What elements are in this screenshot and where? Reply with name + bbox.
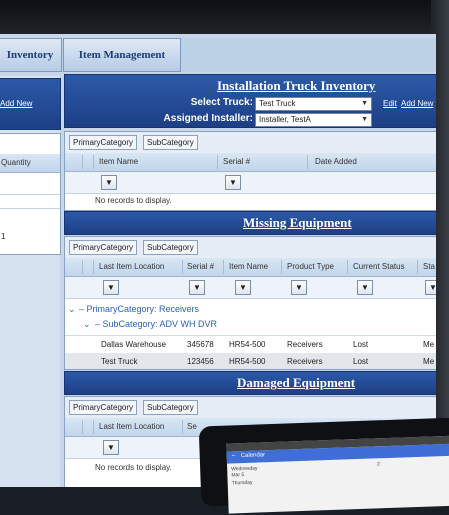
filter-icon[interactable]: ▼ <box>103 440 119 455</box>
column-header-serial[interactable]: Serial # <box>187 262 214 271</box>
add-new-link[interactable]: Add New <box>401 99 433 108</box>
back-arrow-icon[interactable]: ← <box>231 452 237 458</box>
missing-title: Missing Equipment <box>243 215 352 230</box>
column-header-last-location[interactable]: Last Item Location <box>99 422 164 431</box>
installation-banner: Installation Truck Inventory Select Truc… <box>64 74 436 128</box>
no-records-message: No records to display. <box>95 196 172 205</box>
cell-item-name: HR54-500 <box>229 340 266 349</box>
missing-banner: Missing Equipment <box>64 211 436 235</box>
grid-header: Item Name Serial # Date Added <box>65 153 436 172</box>
column-header-sta[interactable]: Sta <box>423 262 435 271</box>
cell-location: Test Truck <box>101 357 138 366</box>
installation-title: Installation Truck Inventory <box>217 78 376 93</box>
tablet-date: Mar 5 <box>231 472 245 479</box>
column-header-quantity[interactable]: Quantity <box>1 158 31 167</box>
chevron-down-icon: ▼ <box>361 100 368 107</box>
cell-item-name: HR54-500 <box>229 357 266 366</box>
group-primary-label: PrimaryCategory: Receivers <box>86 304 200 314</box>
filter-icon[interactable]: ▼ <box>225 175 241 190</box>
group-chip-sub[interactable]: SubCategory <box>143 400 198 415</box>
group-chip-primary[interactable]: PrimaryCategory <box>69 135 138 150</box>
group-chip-sub[interactable]: SubCategory <box>143 240 198 255</box>
left-add-new-link[interactable]: Add New <box>0 99 32 108</box>
group-panel: PrimaryCategory SubCategory <box>65 237 436 259</box>
group-panel: PrimaryCategory SubCategory <box>65 397 436 419</box>
select-truck-label: Select Truck: <box>190 97 253 108</box>
chevron-down-icon: ▼ <box>361 116 368 123</box>
filter-icon[interactable]: ▼ <box>101 175 117 190</box>
cell-serial: 123456 <box>187 357 214 366</box>
filter-row: ▼ ▼ ▼ ▼ ▼ ▼ <box>65 277 436 299</box>
group-chip-primary[interactable]: PrimaryCategory <box>69 400 138 415</box>
tablet-day-next: Thursday <box>231 479 253 487</box>
assigned-installer-value: Installer, TestA <box>259 115 311 124</box>
assigned-installer-dropdown[interactable]: Installer, TestA ▼ <box>255 113 372 127</box>
damaged-title: Damaged Equipment <box>237 375 356 390</box>
app-screen: Inventory Item Management Add New Quanti… <box>0 34 436 487</box>
tablet-number: 2 <box>377 461 380 468</box>
left-grid-cell-quantity: 1 <box>1 232 6 241</box>
cell-serial: 345678 <box>187 340 214 349</box>
group-row-primary: – PrimaryCategory: Receivers <box>79 304 200 314</box>
tablet-header: Calendar <box>240 452 266 460</box>
column-header-item-name[interactable]: Item Name <box>99 157 138 166</box>
cell-sta: Me <box>423 357 435 366</box>
grid-header: Last Item Location Serial # Item Name Pr… <box>65 258 436 277</box>
column-header-last-location[interactable]: Last Item Location <box>99 262 164 271</box>
left-panel: Add New Quantity 1 <box>0 76 61 487</box>
filter-row: ▼ ▼ <box>65 172 436 194</box>
tab-item-management[interactable]: Item Management <box>63 38 181 72</box>
cell-location: Dallas Warehouse <box>101 340 167 349</box>
column-header-serial[interactable]: Se <box>187 422 197 431</box>
group-chip-sub[interactable]: SubCategory <box>143 135 198 150</box>
group-panel: PrimaryCategory SubCategory <box>65 132 436 154</box>
installation-grid: PrimaryCategory SubCategory Item Name Se… <box>64 131 436 211</box>
cell-status: Lost <box>353 340 369 349</box>
select-truck-value: Test Truck <box>259 99 296 108</box>
cell-sta: Me <box>423 340 435 349</box>
filter-icon[interactable]: ▼ <box>291 280 307 295</box>
filter-icon[interactable]: ▼ <box>235 280 251 295</box>
column-header-current-status[interactable]: Current Status <box>353 262 405 271</box>
group-sub-label: SubCategory: ADV WH DVR <box>102 319 218 329</box>
edit-link[interactable]: Edit <box>383 99 397 108</box>
filter-icon[interactable]: ▼ <box>357 280 373 295</box>
table-row[interactable]: Dallas Warehouse 345678 HR54-500 Receive… <box>65 336 436 352</box>
left-grid: Quantity 1 <box>0 133 61 255</box>
assigned-installer-label: Assigned Installer: <box>163 113 253 124</box>
filter-icon[interactable]: ▼ <box>103 280 119 295</box>
group-chip-primary[interactable]: PrimaryCategory <box>69 240 138 255</box>
left-grid-header: Quantity <box>0 154 60 173</box>
column-header-date-added[interactable]: Date Added <box>315 157 357 166</box>
cell-status: Lost <box>353 357 369 366</box>
column-header-product-type[interactable]: Product Type <box>287 262 334 271</box>
cell-product-type: Receivers <box>287 340 323 349</box>
group-row-sub: – SubCategory: ADV WH DVR <box>95 319 218 329</box>
no-records-message: No records to display. <box>95 463 172 472</box>
tab-inventory[interactable]: Inventory <box>0 38 62 72</box>
column-header-item-name[interactable]: Item Name <box>229 262 268 271</box>
tab-strip: Inventory Item Management <box>0 38 436 72</box>
damaged-banner: Damaged Equipment <box>64 371 436 395</box>
expand-chevron-icon[interactable]: ⌄ <box>68 304 76 315</box>
column-header-serial[interactable]: Serial # <box>223 157 250 166</box>
table-row[interactable]: Test Truck 123456 HR54-500 Receivers Los… <box>65 353 436 369</box>
cell-product-type: Receivers <box>287 357 323 366</box>
filter-icon[interactable]: ▼ <box>425 280 436 295</box>
filter-icon[interactable]: ▼ <box>189 280 205 295</box>
select-truck-dropdown[interactable]: Test Truck ▼ <box>255 97 372 111</box>
tablet-screen: ← Calendar Wednesday Mar 5 Thursday 2 <box>226 435 449 514</box>
expand-chevron-icon[interactable]: ⌄ <box>83 319 91 330</box>
missing-grid: PrimaryCategory SubCategory Last Item Lo… <box>64 236 436 370</box>
tablet-device: ← Calendar Wednesday Mar 5 Thursday 2 <box>198 417 449 514</box>
left-banner: Add New <box>0 78 61 130</box>
